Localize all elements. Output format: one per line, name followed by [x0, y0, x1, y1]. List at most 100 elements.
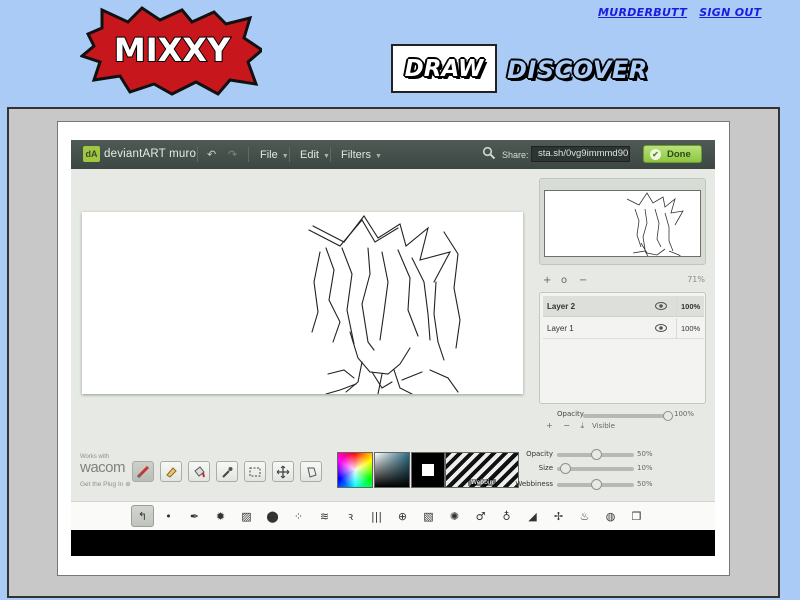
add-layer-button[interactable]: + — [546, 421, 553, 430]
eraser-icon — [166, 466, 177, 478]
chevron-down-icon: ▼ — [281, 153, 289, 160]
nav-discover-tab[interactable]: DISCOVER — [507, 50, 648, 90]
wacom-logo: wacom — [80, 459, 126, 476]
chevron-down-icon: ▼ — [322, 153, 330, 160]
lines-brush-icon: ||| — [370, 509, 383, 523]
brush-icon — [136, 465, 150, 478]
brush-grid[interactable]: ⊕ — [391, 505, 414, 527]
layer-opacity: 100% — [676, 296, 704, 317]
size-slider-handle[interactable] — [560, 463, 571, 474]
fill-tool-button[interactable] — [188, 461, 210, 482]
active-color-swatch[interactable] — [411, 452, 445, 488]
brush-dot[interactable]: • — [157, 505, 180, 527]
color-saturation-picker[interactable] — [374, 452, 410, 488]
drip-brush-icon: ⬤ — [266, 509, 279, 523]
brush-splatter[interactable]: ✹ — [209, 505, 232, 527]
brush-burst[interactable]: ✺ — [443, 505, 466, 527]
smudge-tool-button[interactable] — [300, 461, 322, 482]
brush-curl[interactable]: ꝛ — [339, 505, 362, 527]
eraser-tool-button[interactable] — [160, 461, 182, 482]
chevron-down-icon: ▼ — [374, 153, 382, 160]
visible-label: Visible — [592, 422, 615, 430]
brush-swirl[interactable]: ♁ — [495, 505, 518, 527]
drawing-canvas[interactable] — [82, 212, 523, 394]
brush-cube[interactable]: ❒ — [625, 505, 648, 527]
username-link[interactable]: MURDERBUTT — [598, 6, 687, 19]
toolbar-divider — [289, 147, 290, 162]
zoom-out-button[interactable]: − — [579, 275, 587, 286]
zoom-reset-button[interactable]: o — [561, 275, 567, 286]
zigzag-brush-icon: ≋ — [319, 509, 330, 523]
remove-layer-button[interactable]: − — [563, 421, 570, 430]
sign-out-link[interactable]: SIGN OUT — [699, 6, 761, 19]
undo-icon[interactable]: ↶ — [207, 148, 216, 161]
layer-opacity-slider[interactable] — [583, 414, 668, 418]
nav-draw-tab[interactable]: DRAW — [391, 44, 497, 93]
pencil-brush-icon: ↰ — [137, 509, 148, 523]
mixxy-logo[interactable]: MIXXY — [80, 6, 262, 96]
dots-brush-icon: ⁘ — [293, 509, 304, 523]
ink-brush-icon: ✒ — [189, 509, 200, 523]
brush-pencil[interactable]: ↰ — [131, 505, 154, 527]
brush-zigzag[interactable]: ≋ — [313, 505, 336, 527]
selection-tool-button[interactable] — [244, 461, 266, 482]
eyedropper-tool-button[interactable] — [216, 461, 238, 482]
brush-ink[interactable]: ✒ — [183, 505, 206, 527]
brush-dots[interactable]: ⁘ — [287, 505, 310, 527]
zoom-level: 71% — [687, 275, 705, 284]
brush-disc[interactable]: ◍ — [599, 505, 622, 527]
brush-lines[interactable]: ||| — [365, 505, 388, 527]
webbiness-slider-handle[interactable] — [591, 479, 602, 490]
brush-drip[interactable]: ⬤ — [261, 505, 284, 527]
brush-flame[interactable]: ♨ — [573, 505, 596, 527]
layer-row-layer-2[interactable]: Layer 2 100% — [543, 296, 704, 317]
secondary-color-swatch[interactable] — [421, 463, 435, 477]
toolbar-divider — [197, 147, 198, 162]
webbiness-slider-label: Webbiness — [515, 480, 553, 488]
navigator-preview — [626, 192, 684, 256]
get-plugin-link[interactable]: Get the Plug In ⊕ — [80, 480, 131, 488]
eye-icon[interactable] — [655, 322, 667, 334]
layer-visible-toggle[interactable]: ⤓ Visible — [581, 421, 623, 430]
marquee-icon — [249, 467, 261, 476]
opacity-slider-handle[interactable] — [591, 449, 602, 460]
color-wheel[interactable] — [337, 452, 373, 488]
plugin-label: Get the Plug In — [80, 481, 124, 488]
layer-row-layer-1[interactable]: Layer 1 100% — [543, 318, 704, 339]
move-tool-button[interactable] — [272, 461, 294, 482]
file-menu[interactable]: File ▼ — [260, 149, 289, 161]
edit-menu[interactable]: Edit ▼ — [300, 149, 330, 161]
eye-icon[interactable] — [655, 300, 667, 312]
webbiness-slider-value: 50% — [637, 480, 653, 488]
brush-male[interactable]: ♂ — [469, 505, 492, 527]
edit-menu-label: Edit — [300, 149, 319, 161]
done-button[interactable]: ✔ Done — [643, 145, 702, 163]
layer-opacity-handle[interactable] — [663, 411, 673, 421]
muro-brand: dA deviantART muro — [83, 146, 196, 162]
share-url-field[interactable]: sta.sh/0vg9immmd90 — [531, 146, 630, 162]
dot-brush-icon: • — [165, 509, 172, 523]
zoom-in-button[interactable]: + — [543, 275, 551, 286]
brush-bird[interactable]: ✢ — [547, 505, 570, 527]
muro-app: dA deviantART muro ↶ ↷ File ▼ Edit ▼ Filte… — [71, 140, 715, 556]
male-brush-icon: ♂ — [475, 509, 486, 523]
wacom-badge[interactable]: Works with wacom — [80, 454, 126, 476]
download-arrow-icon: ⤓ — [580, 421, 585, 430]
size-slider-value: 10% — [637, 464, 653, 472]
brush-fan[interactable]: ◢ — [521, 505, 544, 527]
navigator-panel — [539, 178, 706, 265]
navigator-thumbnail[interactable] — [544, 190, 701, 257]
stripes-brush-icon: ▧ — [423, 509, 434, 523]
cube-brush-icon: ❒ — [631, 509, 642, 523]
opacity-slider-label: Opacity — [526, 450, 553, 458]
bucket-icon — [194, 465, 205, 477]
brush-tool-button[interactable] — [132, 461, 154, 482]
brush-stripes[interactable]: ▧ — [417, 505, 440, 527]
redo-icon[interactable]: ↷ — [228, 148, 237, 161]
filters-menu[interactable]: Filters ▼ — [341, 149, 382, 161]
opacity-slider-value: 50% — [637, 450, 653, 458]
muro-toolbar: dA deviantART muro ↶ ↷ File ▼ Edit ▼ Filte… — [71, 140, 715, 169]
status-bar — [71, 530, 715, 556]
search-icon[interactable] — [482, 146, 496, 160]
brush-hatch[interactable]: ▨ — [235, 505, 258, 527]
